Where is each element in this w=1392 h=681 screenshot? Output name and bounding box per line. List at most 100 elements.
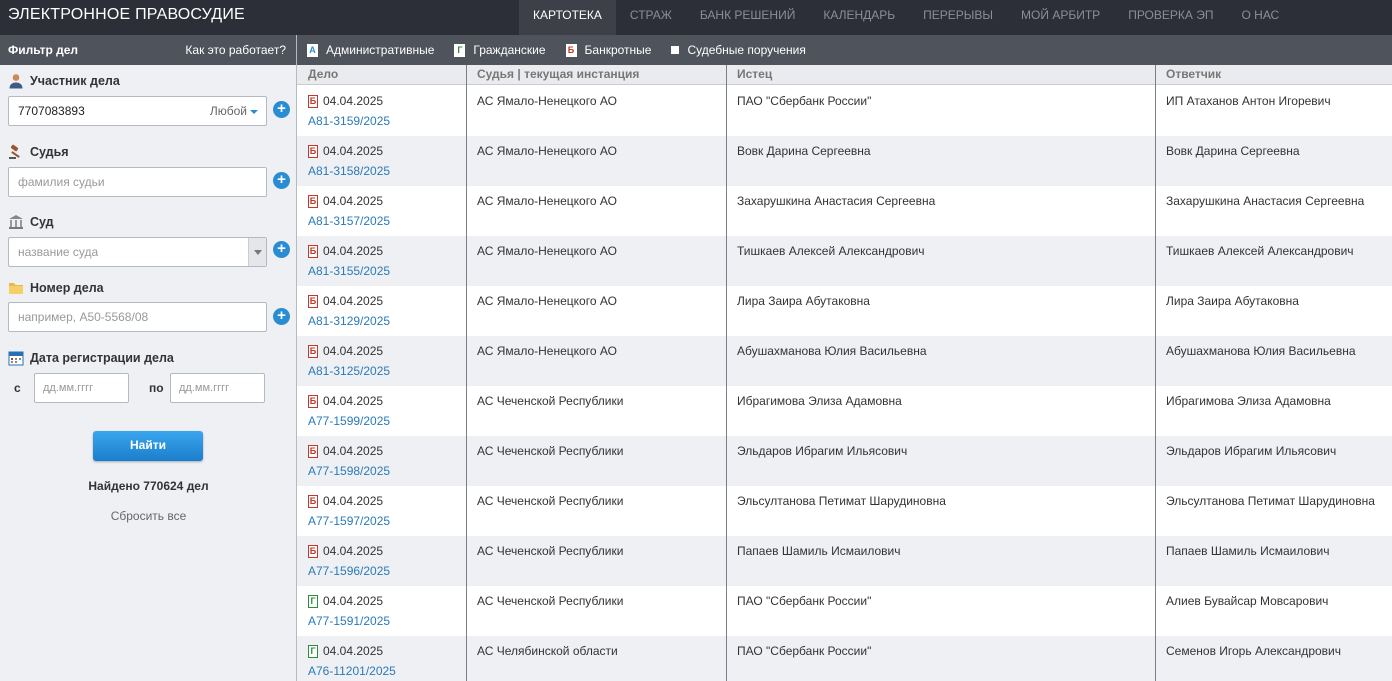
- case-court: АС Ямало-Ненецкого АО: [477, 244, 617, 258]
- nav-item[interactable]: О НАС: [1227, 0, 1293, 35]
- find-button[interactable]: Найти: [93, 431, 203, 461]
- court-label: Суд: [8, 214, 54, 230]
- case-defendant: Эльдаров Ибрагим Ильясович: [1166, 444, 1337, 458]
- participant-input[interactable]: 7707083893 Любой: [8, 96, 267, 126]
- reset-all-link[interactable]: Сбросить все: [0, 509, 297, 523]
- checkbox-icon[interactable]: [671, 46, 680, 54]
- participant-role-select[interactable]: Любой: [210, 97, 258, 125]
- court-select[interactable]: название суда: [8, 237, 267, 267]
- case-type-icon: Б: [308, 494, 318, 508]
- case-date: Б 04.04.2025: [308, 544, 384, 558]
- case-plaintiff: Захарушкина Анастасия Сергеевна: [737, 194, 936, 208]
- case-number-link[interactable]: А77-1599/2025: [308, 414, 390, 428]
- table-row: Б 04.04.2025 А77-1599/2025 АС Чеченской Рес…: [297, 386, 1392, 436]
- reg-date-label: Дата регистрации дела: [8, 350, 174, 366]
- date-from-label: с: [14, 381, 21, 395]
- case-number-link[interactable]: А81-3129/2025: [308, 314, 390, 328]
- case-plaintiff: Папаев Шамиль Исмаилович: [737, 544, 901, 558]
- case-court: АС Чеченской Республики: [477, 394, 624, 408]
- case-type-filter[interactable]: А Административные: [307, 43, 434, 57]
- case-date: Б 04.04.2025: [308, 444, 384, 458]
- case-type-icon: Б: [308, 144, 318, 158]
- add-court-button[interactable]: +: [273, 241, 290, 258]
- courthouse-icon: [8, 214, 24, 230]
- add-judge-button[interactable]: +: [273, 172, 290, 189]
- col-case[interactable]: Дело: [308, 67, 338, 81]
- col-defendant[interactable]: Ответчик: [1166, 67, 1221, 81]
- case-court: АС Ямало-Ненецкого АО: [477, 144, 617, 158]
- case-number-label: Номер дела: [8, 280, 104, 296]
- table-row: Г 04.04.2025 А77-1591/2025 АС Чеченской Рес…: [297, 586, 1392, 636]
- case-court: АС Челябинской области: [477, 644, 618, 658]
- case-plaintiff: ПАО "Сбербанк России": [737, 594, 872, 608]
- case-type-filter[interactable]: Г Гражданские: [454, 43, 546, 57]
- case-number-link[interactable]: А77-1591/2025: [308, 614, 390, 628]
- dropdown-arrow-icon[interactable]: [248, 238, 266, 266]
- case-type-icon: Б: [308, 244, 318, 258]
- add-case-number-button[interactable]: +: [273, 308, 290, 325]
- judge-input[interactable]: фамилия судьи: [8, 167, 267, 197]
- case-defendant: Семенов Игорь Александрович: [1166, 644, 1341, 658]
- case-type-icon: Г: [308, 644, 318, 658]
- case-defendant: Вовк Дарина Сергеевна: [1166, 144, 1300, 158]
- date-from-input[interactable]: дд.мм.гггг: [34, 373, 129, 403]
- case-defendant: Абушахманова Юлия Васильевна: [1166, 344, 1356, 358]
- case-defendant: Эльсултанова Петимат Шарудиновна: [1166, 494, 1375, 508]
- cases-table: Б 04.04.2025 А81-3159/2025 АС Ямало-Ненецко…: [297, 86, 1392, 681]
- case-number-link[interactable]: А81-3157/2025: [308, 214, 390, 228]
- col-court[interactable]: Судья | текущая инстанция: [477, 67, 639, 81]
- filter-title: Фильтр дел: [8, 43, 79, 57]
- case-date: Г 04.04.2025: [308, 644, 383, 658]
- case-type-bar: А Административные Г Гражданские Б Банкротные…: [297, 35, 1392, 65]
- case-number-link[interactable]: А77-1596/2025: [308, 564, 390, 578]
- case-plaintiff: Тишкаев Алексей Александрович: [737, 244, 925, 258]
- case-date: Г 04.04.2025: [308, 594, 383, 608]
- gavel-icon: [8, 144, 24, 160]
- nav-item[interactable]: ПРОВЕРКА ЭП: [1114, 0, 1227, 35]
- case-court: АС Ямало-Ненецкого АО: [477, 344, 617, 358]
- site-logo[interactable]: ЭЛЕКТРОННОЕ ПРАВОСУДИЕ: [8, 6, 245, 24]
- case-number-link[interactable]: А77-1597/2025: [308, 514, 390, 528]
- folder-icon: [8, 280, 24, 296]
- case-number-link[interactable]: А81-3158/2025: [308, 164, 390, 178]
- nav-item[interactable]: КАЛЕНДАРЬ: [809, 0, 909, 35]
- case-plaintiff: Ибрагимова Элиза Адамовна: [737, 394, 902, 408]
- table-row: Г 04.04.2025 А76-11201/2025 АС Челябинской …: [297, 636, 1392, 681]
- case-defendant: Алиев Бувайсар Мовсарович: [1166, 594, 1329, 608]
- table-header: Дело Судья | текущая инстанция Истец Отв…: [297, 65, 1392, 85]
- case-type-filter[interactable]: Б Банкротные: [565, 43, 651, 57]
- date-to-input[interactable]: дд.мм.гггг: [170, 373, 265, 403]
- col-plaintiff[interactable]: Истец: [737, 67, 772, 81]
- how-it-works-link[interactable]: Как это работает?: [185, 43, 286, 57]
- nav-item[interactable]: МОЙ АРБИТР: [1007, 0, 1114, 35]
- case-number-link[interactable]: А81-3155/2025: [308, 264, 390, 278]
- nav-item[interactable]: БАНК РЕШЕНИЙ: [686, 0, 810, 35]
- case-defendant: Папаев Шамиль Исмаилович: [1166, 544, 1330, 558]
- table-row: Б 04.04.2025 А81-3129/2025 АС Ямало-Ненецко…: [297, 286, 1392, 336]
- nav-item[interactable]: КАРТОТЕКА: [519, 0, 616, 35]
- column-divider: [726, 65, 727, 681]
- case-type-icon: Б: [308, 194, 318, 208]
- filter-sidebar: Фильтр дел Как это работает? Участник де…: [0, 35, 297, 681]
- case-court: АС Чеченской Республики: [477, 544, 624, 558]
- case-court: АС Ямало-Ненецкого АО: [477, 294, 617, 308]
- case-number-link[interactable]: А77-1598/2025: [308, 464, 390, 478]
- case-type-filter[interactable]: Судебные поручения: [671, 43, 806, 57]
- case-number-link[interactable]: А81-3125/2025: [308, 364, 390, 378]
- add-participant-button[interactable]: +: [273, 101, 290, 118]
- case-date: Б 04.04.2025: [308, 294, 384, 308]
- table-row: Б 04.04.2025 А81-3155/2025 АС Ямало-Ненецко…: [297, 236, 1392, 286]
- table-row: Б 04.04.2025 А81-3159/2025 АС Ямало-Ненецко…: [297, 86, 1392, 136]
- nav-item[interactable]: СТРАЖ: [616, 0, 686, 35]
- case-type-icon: Б: [308, 394, 318, 408]
- participant-label: Участник дела: [8, 73, 120, 89]
- case-number-link[interactable]: А76-11201/2025: [308, 664, 396, 678]
- case-date: Б 04.04.2025: [308, 144, 384, 158]
- case-defendant: Тишкаев Алексей Александрович: [1166, 244, 1354, 258]
- case-number-input[interactable]: например, А50-5568/08: [8, 302, 267, 332]
- case-plaintiff: Вовк Дарина Сергеевна: [737, 144, 871, 158]
- nav-item[interactable]: ПЕРЕРЫВЫ: [909, 0, 1007, 35]
- case-date: Б 04.04.2025: [308, 94, 384, 108]
- case-number-link[interactable]: А81-3159/2025: [308, 114, 390, 128]
- case-date: Б 04.04.2025: [308, 194, 384, 208]
